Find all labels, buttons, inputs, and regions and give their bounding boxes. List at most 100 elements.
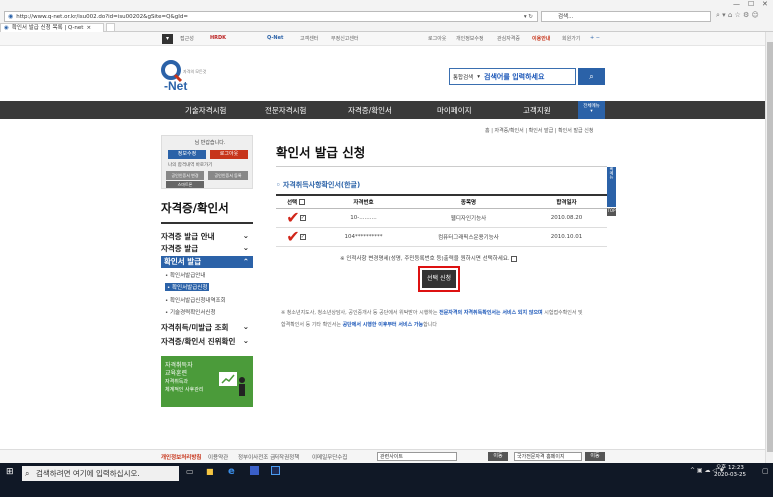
folder-icon[interactable]: ■ — [206, 467, 214, 476]
sub-label: 확인서발급안내 — [170, 273, 206, 279]
sidebar-item-confirm-issue[interactable]: 확인서 발급 ⌃ — [161, 256, 253, 268]
toolbar-icons[interactable]: ⌕ ▾ ⌂ ☆ ⚙ ☺ — [716, 11, 759, 20]
scroll-thumb[interactable] — [767, 42, 773, 452]
smartphone-button[interactable]: 스마트폰 — [166, 181, 204, 188]
cert-register-button[interactable]: 공인인증서 등록 — [208, 171, 248, 180]
maximize-icon[interactable]: ☐ — [748, 0, 754, 8]
related-sites-select[interactable]: 관련사이트 — [377, 452, 457, 461]
browser-search-input[interactable]: 검색... — [541, 11, 711, 22]
sidebar-sub-history[interactable]: • 확인서발급신청내역조회 — [165, 296, 226, 304]
row-select: ✔✓ — [276, 208, 316, 228]
util-link-4[interactable]: 부정신고센터 — [331, 35, 359, 42]
privacy-link[interactable]: 개인정보처리방침 — [161, 453, 201, 461]
sub-label: 확인서발급신청 — [172, 285, 208, 291]
title-divider — [276, 166, 607, 167]
mail-link[interactable]: 정부이사전조 금 — [238, 453, 275, 461]
sidebar-sub-career[interactable]: • 기술경력확인서신청 — [165, 308, 216, 316]
select-all-checkbox[interactable] — [299, 199, 306, 206]
quick-menu[interactable]: 퀵메뉴 — [607, 167, 616, 207]
sidebar-item-lookup[interactable]: 자격취득/미발급 조회 ⌄ — [161, 322, 253, 333]
new-tab-button[interactable] — [106, 23, 115, 32]
row-checkbox[interactable]: ✓ — [299, 233, 306, 240]
cell-name: 웹디자인기능사 — [411, 208, 526, 228]
cell-name: 컴퓨터그래픽스운용기능사 — [411, 227, 526, 247]
footer-link-0[interactable]: 저작권정책 — [274, 453, 299, 461]
row-select: ✔✓ — [276, 227, 316, 247]
all-menu-button[interactable]: 전체메뉴 ▾ — [578, 101, 605, 119]
nav-item-cert[interactable]: 자격증/확인서 — [348, 105, 392, 116]
utility-dropdown[interactable]: ▾ — [162, 34, 173, 44]
go-button[interactable]: 이동 — [585, 452, 605, 461]
notification-icon[interactable]: ▢ — [762, 467, 769, 475]
search-button[interactable]: ⌕ — [578, 68, 605, 85]
util-link-6[interactable]: 개인정보수정 — [456, 35, 484, 42]
chevron-down-icon: ⌄ — [242, 322, 249, 331]
tab-close-icon[interactable]: × — [86, 24, 91, 32]
info-line: 합격확인서 등 기타 확인서는 — [281, 322, 343, 328]
photoshop-icon[interactable] — [271, 466, 280, 475]
nav-item-pro[interactable]: 전문자격시험 — [265, 105, 306, 116]
sidebar-title: 자격증/확인서 — [161, 201, 229, 215]
nav-item-tech[interactable]: 기술자격시험 — [185, 105, 226, 116]
utility-bar: ▾ 접근성 HRDK Q-Net 고객센터 부정신고센터 로그아웃 개인정보수정… — [0, 32, 773, 46]
breadcrumb: 홈 | 자격증/확인서 | 확인서 발급 | 확인서 발급 신청 — [485, 128, 594, 134]
util-link-3[interactable]: 고객센터 — [300, 35, 318, 42]
col-date: 합격일자 — [526, 194, 607, 209]
sidebar-item-cert-guide[interactable]: 자격증 발급 안내 ⌄ — [161, 231, 253, 242]
search-scope[interactable]: 통합검색 — [453, 73, 473, 81]
sidebar-sub-guide[interactable]: • 확인서발급안내 — [165, 271, 205, 279]
row-checkbox[interactable]: ✓ — [299, 214, 306, 221]
sub-label: 확인서발급신청내역조회 — [170, 298, 226, 304]
taskbar-search-text: 검색하려면 여기에 입력하십시오. — [36, 469, 140, 478]
section-title-text: 자격취득사항확인서(한글) — [282, 181, 361, 189]
edit-info-button[interactable]: 정보수정 — [168, 150, 206, 159]
clock[interactable]: 오후 12:23 2020-03-25 — [714, 465, 746, 479]
login-note[interactable]: 나의 합격내역 바로가기 — [168, 162, 212, 168]
chevron-down-icon: ⌄ — [242, 231, 249, 240]
util-link-1[interactable]: HRDK — [210, 35, 226, 41]
util-link-2[interactable]: Q-Net — [267, 35, 283, 41]
banner-line: 자격취득자 — [165, 362, 193, 369]
national-cert-select[interactable]: 국가전문자격 홈페이지 — [514, 452, 582, 461]
go-button[interactable]: 이동 — [488, 452, 508, 461]
close-icon[interactable]: ✕ — [762, 0, 768, 8]
cert-change-button[interactable]: 공인인증서 변경 — [166, 171, 204, 180]
page-title: 확인서 발급 신청 — [276, 145, 366, 160]
util-link-8[interactable]: 이용안내 — [532, 35, 550, 42]
util-link-0[interactable]: 접근성 — [180, 35, 194, 42]
sidebar-item-verify[interactable]: 자격증/확인서 진위확인 ⌄ — [161, 336, 253, 347]
sidebar-item-cert-issue[interactable]: 자격증 발급 ⌄ — [161, 243, 253, 254]
col-name: 종목명 — [411, 194, 526, 209]
change-history-checkbox[interactable] — [511, 255, 518, 262]
task-view-icon[interactable]: ▭ — [186, 467, 194, 476]
info-text: ※ 청소년지도사, 청소년상담사, 공인중개사 등 공단에서 위탁받아 시행하는… — [281, 307, 611, 331]
browser-search-text: 검색... — [558, 14, 574, 20]
word-icon[interactable] — [250, 466, 259, 475]
taskbar-search[interactable]: ⌕ 검색하려면 여기에 입력하십시오. — [22, 466, 179, 481]
page-scrollbar[interactable] — [765, 32, 773, 463]
apply-button[interactable]: 선택 신청 — [422, 270, 456, 288]
change-notice: ※ 인적사항 변경명세(성명, 주민등록번호 등)출력을 원하시면 선택하세요. — [340, 254, 518, 262]
address-bar[interactable]: ◉ http://www.q-net.or.kr/isu002.do?id=is… — [4, 11, 538, 22]
nav-item-mypage[interactable]: 마이페이지 — [437, 105, 472, 116]
util-link-7[interactable]: 관심자격증 — [497, 35, 520, 42]
footer-link-1[interactable]: 이메일무단수집 — [312, 453, 347, 461]
ie-icon[interactable]: e — [228, 466, 235, 477]
util-link-5[interactable]: 로그아웃 — [428, 35, 446, 42]
minimize-icon[interactable]: — — [733, 0, 740, 8]
font-size-icon[interactable]: + − — [590, 35, 600, 41]
site-search-box[interactable]: 통합검색 ▾ 검색어를 입력하세요 — [449, 68, 576, 85]
logout-button[interactable]: 로그아웃 — [210, 150, 248, 159]
terms-link[interactable]: 이용약관 — [208, 453, 228, 461]
cell-number: 10-.......... — [316, 208, 411, 228]
sidebar-sub-apply[interactable]: • 확인서발급신청 — [165, 283, 210, 291]
nav-item-support[interactable]: 고객지원 — [523, 105, 551, 116]
util-link-9[interactable]: 회원가기 — [562, 35, 580, 42]
top-button[interactable]: TOP — [607, 208, 616, 216]
windows-start-icon[interactable]: ⊞ — [6, 467, 14, 477]
refresh-icon[interactable]: ▾ ↻ — [524, 14, 533, 20]
browser-tab[interactable]: ◉ 확인서 발급 신청 목록 | Q-net × — [0, 23, 104, 32]
site-logo[interactable]: -Net 자격의 모든것 — [161, 57, 221, 93]
info-bold: 전문자격의 자격취득확인서는 서비스 되지 않으며 — [439, 310, 543, 316]
training-banner[interactable]: 자격취득자 교육훈련 자격취득과 체계적인 사후관리 — [161, 356, 253, 407]
